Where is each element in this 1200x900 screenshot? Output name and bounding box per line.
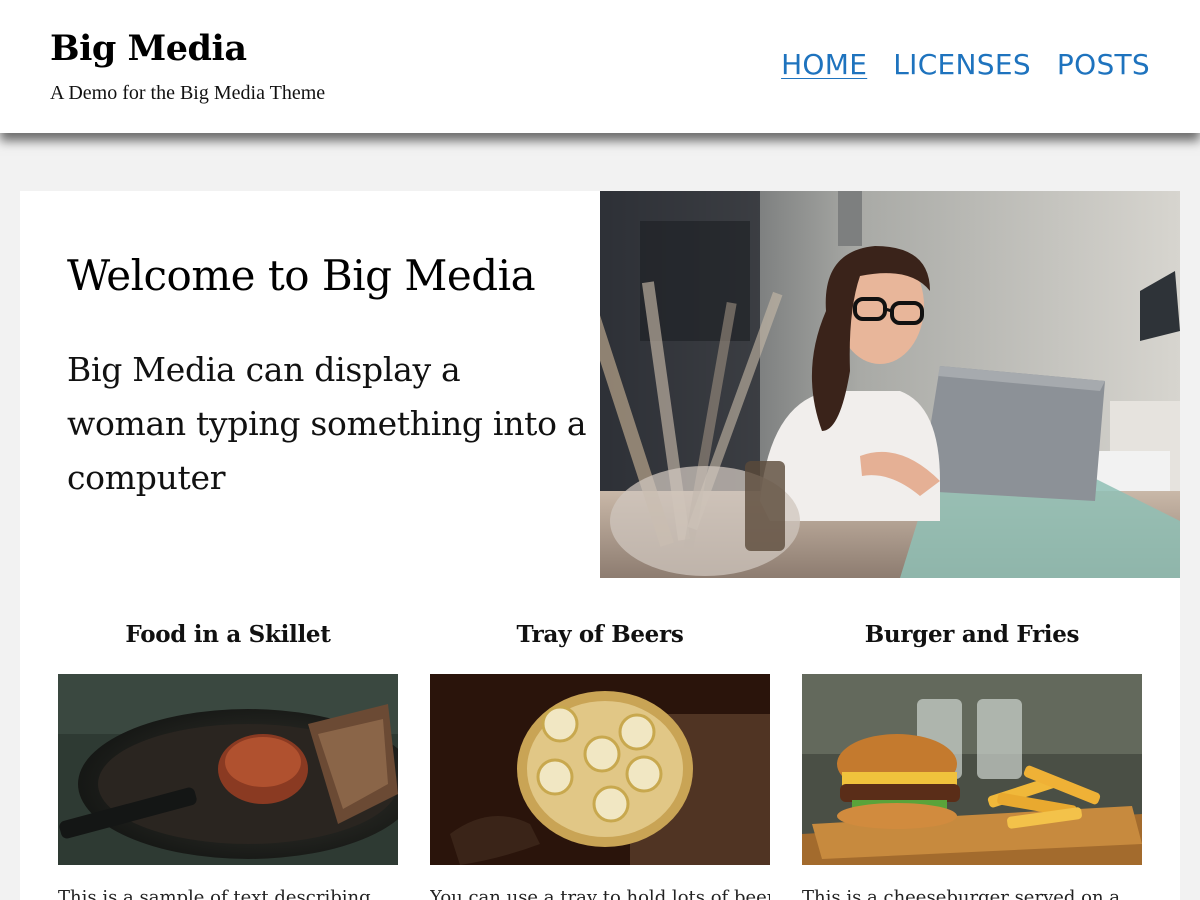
post-excerpt: This is a sample of text describing [58, 887, 371, 900]
skillet-photo-icon[interactable] [58, 674, 398, 865]
post-title[interactable]: Tray of Beers [430, 621, 770, 674]
post-card: Food in a Skillet This is a sample of te… [58, 621, 398, 900]
nav-home[interactable]: HOME [781, 48, 867, 81]
post-card: Burger and Fries This is a cheeseburger … [802, 621, 1142, 900]
hero-image-woman-laptop [600, 191, 1180, 578]
posts-grid: Food in a Skillet This is a sample of te… [58, 621, 1142, 900]
burger-photo-icon[interactable] [802, 674, 1142, 865]
hero-heading: Welcome to Big Media [67, 251, 536, 300]
hero-description: Big Media can display a woman typing som… [67, 350, 587, 498]
post-title[interactable]: Burger and Fries [802, 621, 1142, 674]
site-header: Big Media A Demo for the Big Media Theme… [0, 0, 1200, 133]
main-navigation: HOME LICENSES POSTS [781, 48, 1150, 81]
site-tagline: A Demo for the Big Media Theme [50, 82, 326, 104]
site-title[interactable]: Big Media [50, 28, 247, 69]
post-excerpt: This is a cheeseburger served on a [802, 887, 1121, 900]
post-excerpt: You can use a tray to hold lots of beer [430, 887, 770, 900]
post-card: Tray of Beers You can use a tray to hold [430, 621, 770, 900]
main-content: Welcome to Big Media Big Media can displ… [20, 191, 1180, 900]
beer-tray-photo-icon[interactable] [430, 674, 770, 865]
nav-posts[interactable]: POSTS [1057, 48, 1150, 81]
nav-licenses[interactable]: LICENSES [893, 48, 1031, 81]
post-title[interactable]: Food in a Skillet [58, 621, 398, 674]
hero-section: Welcome to Big Media Big Media can displ… [67, 251, 587, 505]
